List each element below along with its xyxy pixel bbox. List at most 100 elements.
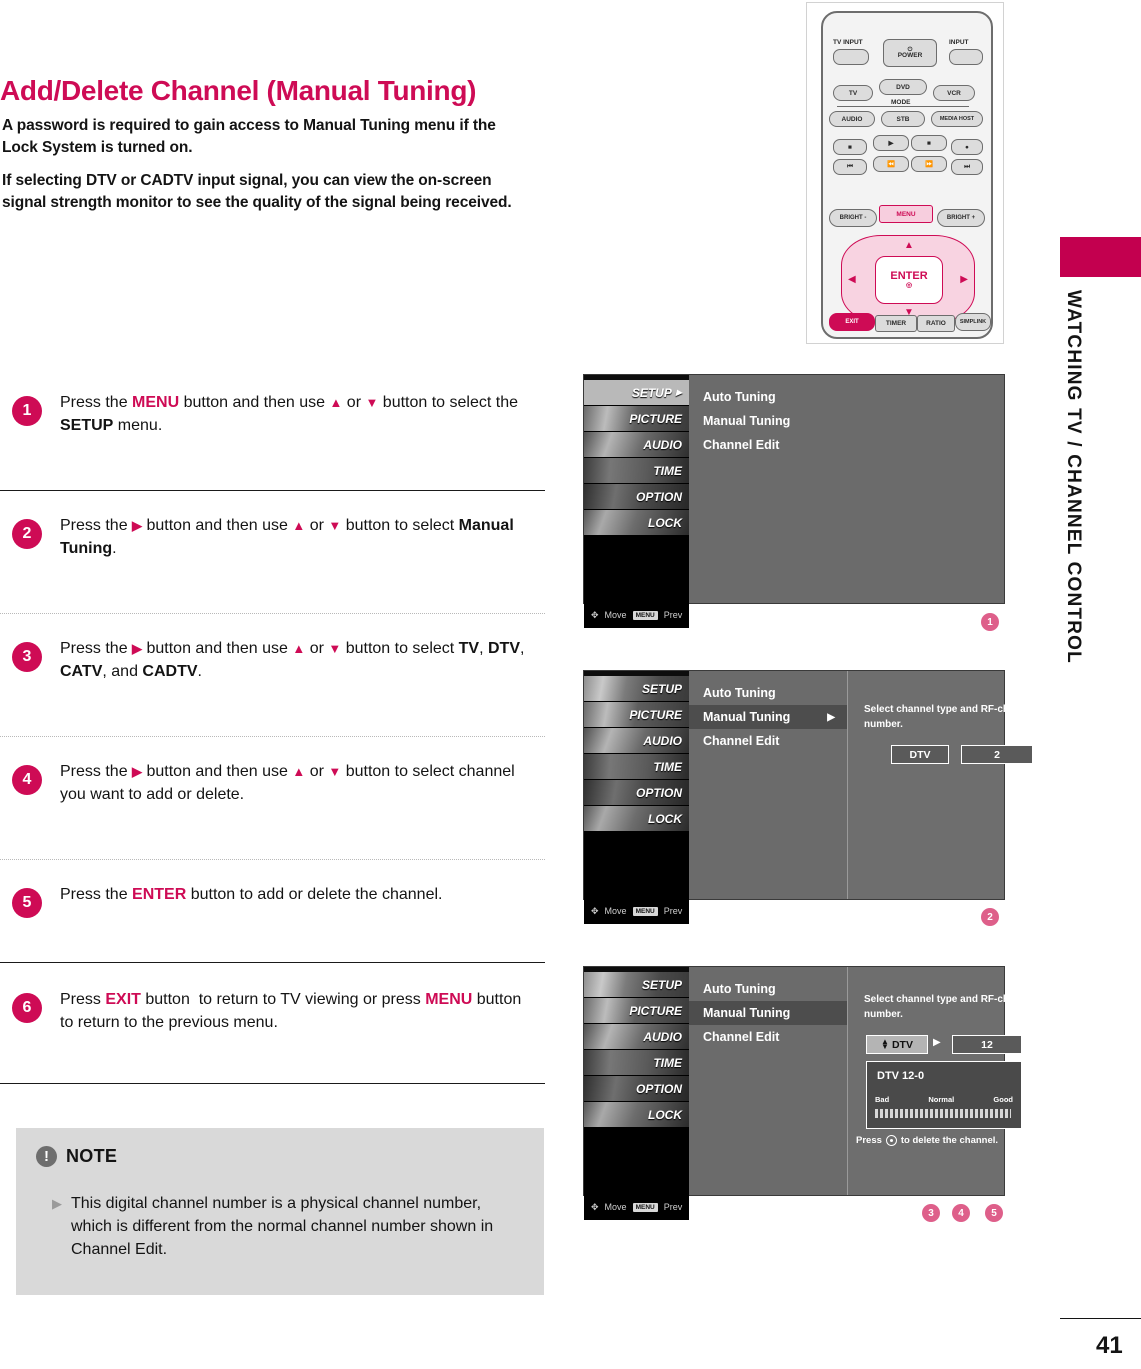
osd-1-menu-list: Auto Tuning Manual Tuning Channel Edit [689, 385, 1004, 457]
dpad-right-icon[interactable]: ▶ [960, 274, 968, 285]
remote-skip-back-button[interactable]: ⏮ [833, 159, 867, 175]
remote-skip-forward-button[interactable]: ⏭ [951, 159, 983, 175]
osd-3-sidebar-item-setup[interactable]: SETUP [584, 972, 689, 998]
osd-2-item-channel-edit[interactable]: Channel Edit [689, 729, 847, 753]
step-2: 2 Press the ▶ button and then use ▲ or ▼… [0, 491, 545, 613]
remote-media-host-button[interactable]: MEDIA HOST [931, 111, 983, 127]
chevron-right-icon: ▶ [675, 388, 682, 397]
osd-3-help-text: Select channel type and RF-channel numbe… [864, 994, 1036, 1020]
osd-3-channel-type-box[interactable]: ▲ ▼ DTV [866, 1035, 928, 1054]
osd-1-footer-move-label: Move [604, 610, 627, 620]
osd-3-detail-column: Select channel type and RF-channel numbe… [848, 967, 1035, 1195]
osd-3-sidebar-fill [584, 1128, 689, 1194]
remote-tv-input-button[interactable] [833, 49, 869, 65]
page-footer-rule [1060, 1318, 1141, 1319]
manual-page: Add/Delete Channel (Manual Tuning) A pas… [0, 0, 1141, 1369]
remote-stb-mode-button[interactable]: STB [881, 111, 925, 127]
step-1: 1 Press the MENU button and then use ▲ o… [0, 390, 545, 490]
osd-2-sidebar-item-option[interactable]: OPTION [584, 780, 689, 806]
chevron-right-icon: ▶ [933, 1037, 941, 1048]
osd-3-sidebar-item-picture[interactable]: PICTURE [584, 998, 689, 1024]
remote-ratio-button[interactable]: RATIO [917, 315, 955, 332]
remote-record-button[interactable]: ● [951, 139, 983, 155]
remote-fast-forward-button[interactable]: ⏩ [911, 156, 947, 172]
osd-3-sidebar-item-lock[interactable]: LOCK [584, 1102, 689, 1128]
remote-play-button[interactable]: ▶ [873, 135, 909, 151]
remote-menu-button[interactable]: MENU [879, 205, 933, 223]
remote-tv-mode-button[interactable]: TV [833, 85, 873, 101]
remote-enter-button[interactable]: ENTER ◎ [875, 256, 943, 304]
callout-marker-2: 2 [981, 908, 999, 926]
remote-bright-minus-button[interactable]: BRIGHT - [829, 209, 877, 227]
signal-label-bad: Bad [875, 1095, 890, 1104]
osd-2-sidebar-item-lock[interactable]: LOCK [584, 806, 689, 832]
remote-control-illustration: TV INPUT ⏻ POWER INPUT TV DVD VCR MODE A… [806, 2, 1004, 344]
osd-1-sidebar-item-audio[interactable]: AUDIO [584, 432, 689, 458]
osd-3-main: Auto Tuning Manual Tuning Channel Edit S… [689, 967, 1035, 1195]
remote-stop-button[interactable]: ■ [833, 139, 867, 155]
osd-3-footer: ✥ Move MENU Prev [584, 1194, 689, 1220]
remote-power-button[interactable]: ⏻ POWER [883, 39, 937, 67]
osd-1-sidebar: SETUP ▶ PICTURE AUDIO TIME OPTION LOCK ✥… [584, 375, 689, 628]
remote-mode-divider [837, 106, 969, 107]
osd-1-item-auto-tuning[interactable]: Auto Tuning [689, 385, 1004, 409]
enter-dot-icon: ◎ [905, 282, 913, 290]
signal-strength-bar [875, 1109, 1011, 1118]
osd-3-sidebar-item-audio[interactable]: AUDIO [584, 1024, 689, 1050]
dpad-left-icon[interactable]: ◀ [848, 274, 856, 285]
remote-audio-mode-button[interactable]: AUDIO [829, 111, 875, 127]
step-3: 3 Press the ▶ button and then use ▲ or ▼… [0, 614, 545, 736]
callout-marker-1: 1 [981, 613, 999, 631]
remote-dpad[interactable]: ▲ ◀ ▶ ▼ ENTER ◎ [841, 235, 975, 323]
osd-1-sidebar-item-lock[interactable]: LOCK [584, 510, 689, 536]
osd-1-item-manual-tuning[interactable]: Manual Tuning [689, 409, 1004, 433]
osd-2-channel-number-box[interactable]: 2 [961, 745, 1033, 764]
osd-3-footer-move-label: Move [604, 1202, 627, 1212]
osd-3-item-manual-tuning[interactable]: Manual Tuning [689, 1001, 847, 1025]
osd-1-footer-menu-chip: MENU [632, 610, 658, 620]
osd-3-channel-number-box[interactable]: 12 [952, 1035, 1022, 1054]
move-icon: ✥ [591, 905, 599, 916]
remote-enter-label: ENTER [890, 269, 928, 282]
osd-2-item-auto-tuning[interactable]: Auto Tuning [689, 681, 847, 705]
remote-vcr-mode-button[interactable]: VCR [933, 85, 975, 101]
remote-timer-button[interactable]: TIMER [875, 315, 917, 332]
exclamation-icon: ! [36, 1146, 57, 1167]
osd-2-sidebar-item-time[interactable]: TIME [584, 754, 689, 780]
osd-2-footer-prev-label: Prev [663, 906, 683, 916]
osd-1-sidebar-item-option[interactable]: OPTION [584, 484, 689, 510]
osd-2-channel-type-box[interactable]: DTV [891, 745, 949, 764]
page-number: 41 [1096, 1332, 1123, 1359]
step-2-badge: 2 [12, 519, 42, 549]
osd-1-sidebar-item-time[interactable]: TIME [584, 458, 689, 484]
osd-2-sidebar-item-picture[interactable]: PICTURE [584, 702, 689, 728]
osd-1-sidebar-item-setup[interactable]: SETUP ▶ [584, 380, 689, 406]
osd-2-sidebar-item-setup[interactable]: SETUP [584, 676, 689, 702]
remote-rewind-button[interactable]: ⏪ [873, 156, 909, 172]
osd-1-item-channel-edit[interactable]: Channel Edit [689, 433, 1004, 457]
remote-simplink-button[interactable]: SIMPLINK [955, 313, 991, 331]
dpad-up-icon[interactable]: ▲ [904, 240, 914, 251]
step-6-text: Press EXIT button to return to TV viewin… [60, 991, 522, 1031]
osd-3-item-auto-tuning[interactable]: Auto Tuning [689, 977, 847, 1001]
osd-1-sidebar-item-picture[interactable]: PICTURE [584, 406, 689, 432]
remote-pause-button[interactable]: ■ [911, 135, 947, 151]
signal-label-good: Good [993, 1095, 1013, 1104]
remote-dvd-mode-button[interactable]: DVD [879, 79, 927, 95]
osd-3-sidebar-item-option[interactable]: OPTION [584, 1076, 689, 1102]
step-4-badge: 4 [12, 765, 42, 795]
osd-3-item-channel-edit[interactable]: Channel Edit [689, 1025, 847, 1049]
remote-label-tv-input: TV INPUT [833, 39, 863, 46]
remote-bright-plus-button[interactable]: BRIGHT + [937, 209, 985, 227]
step-6: 6 Press EXIT button to return to TV view… [0, 963, 545, 1083]
osd-2-footer-menu-chip: MENU [632, 906, 658, 916]
osd-2-item-manual-tuning[interactable]: Manual Tuning ▶ [689, 705, 847, 729]
remote-body: TV INPUT ⏻ POWER INPUT TV DVD VCR MODE A… [821, 11, 993, 339]
step-4-text: Press the ▶ button and then use ▲ or ▼ b… [60, 763, 515, 803]
move-icon: ✥ [591, 609, 599, 620]
osd-3-sidebar-item-time[interactable]: TIME [584, 1050, 689, 1076]
remote-input-button[interactable] [949, 49, 983, 65]
remote-exit-button[interactable]: EXIT [829, 313, 875, 331]
osd-2-sidebar-item-audio[interactable]: AUDIO [584, 728, 689, 754]
page-title: Add/Delete Channel (Manual Tuning) [0, 74, 477, 106]
